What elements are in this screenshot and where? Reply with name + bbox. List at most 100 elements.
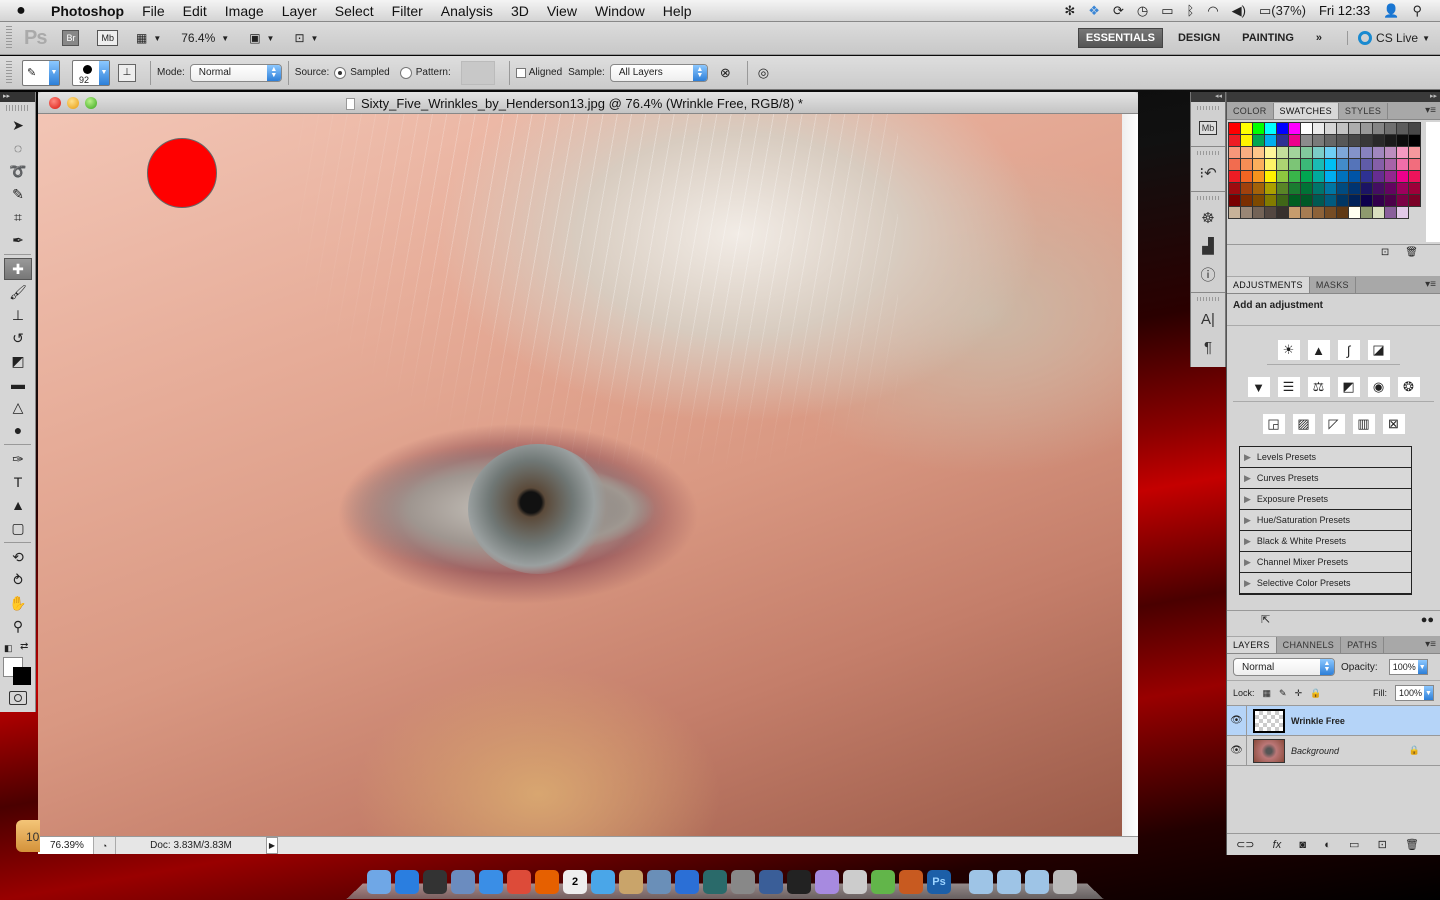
- tab-paths[interactable]: PATHS: [1341, 637, 1385, 653]
- collapse-toolbox-button[interactable]: ▸▸: [0, 92, 35, 102]
- apple-menu-icon[interactable]: ●: [0, 2, 42, 20]
- disclosure-triangle-icon[interactable]: ▶: [1244, 515, 1251, 526]
- volume-icon[interactable]: ◀): [1232, 3, 1246, 19]
- pattern-picker[interactable]: [460, 60, 495, 85]
- image-canvas[interactable]: [38, 114, 1122, 836]
- move-tool[interactable]: ➤: [4, 114, 32, 136]
- color-balance-icon[interactable]: ⚖: [1307, 377, 1330, 397]
- display-icon[interactable]: ▭: [1161, 3, 1173, 19]
- delete-layer-icon[interactable]: 🗑: [1405, 838, 1419, 851]
- curves-icon[interactable]: ∫: [1337, 340, 1360, 360]
- quick-mask-button[interactable]: [8, 691, 27, 705]
- marquee-tool[interactable]: ◌: [4, 137, 32, 159]
- new-group-icon[interactable]: ▭: [1349, 838, 1359, 851]
- screen-mode-dropdown[interactable]: ⊡ ▼: [294, 31, 318, 45]
- menu-view[interactable]: View: [538, 3, 586, 19]
- tab-layers[interactable]: LAYERS: [1227, 637, 1277, 653]
- dock-app-quicktime[interactable]: [759, 870, 783, 894]
- dock-app-time-machine[interactable]: [703, 870, 727, 894]
- time-machine-icon[interactable]: ◷: [1137, 3, 1148, 19]
- history-panel-button[interactable]: ⁝↶: [1191, 159, 1225, 187]
- lasso-tool[interactable]: ➰: [4, 160, 32, 182]
- visibility-eye-icon[interactable]: 👁: [1227, 736, 1247, 765]
- bluetooth-icon[interactable]: ᛒ: [1187, 3, 1195, 18]
- disclosure-triangle-icon[interactable]: ▶: [1244, 557, 1251, 568]
- dock-app-firefox[interactable]: [535, 870, 559, 894]
- tab-channels[interactable]: CHANNELS: [1277, 637, 1342, 653]
- dropbox-icon[interactable]: ❖: [1088, 3, 1100, 19]
- gradient-tool[interactable]: ▬: [4, 373, 32, 395]
- toolbox-grip[interactable]: [6, 105, 29, 111]
- tab-adjustments[interactable]: ADJUSTMENTS: [1227, 277, 1310, 293]
- spot-healing-brush-tool[interactable]: ✚: [4, 258, 32, 280]
- layer-visibility-toggle-icon[interactable]: ●●: [1421, 614, 1434, 626]
- workspace-design[interactable]: DESIGN: [1171, 29, 1227, 47]
- clone-source-panel-button[interactable]: ⊥: [118, 63, 136, 82]
- document-title-bar[interactable]: Sixty_Five_Wrinkles_by_Henderson13.jpg @…: [38, 92, 1138, 114]
- channel-mixer-icon[interactable]: ❂: [1397, 377, 1420, 397]
- selective-color-icon[interactable]: ⊠: [1382, 414, 1405, 434]
- photo-filter-icon[interactable]: ◉: [1367, 377, 1390, 397]
- tablet-pressure-icon[interactable]: ◎: [758, 65, 769, 81]
- new-adjustment-layer-icon[interactable]: ◐: [1324, 839, 1331, 851]
- add-layer-mask-icon[interactable]: ◙: [1299, 839, 1306, 851]
- lock-position-icon[interactable]: ✛: [1295, 688, 1303, 699]
- background-color[interactable]: [13, 667, 31, 685]
- menu-help[interactable]: Help: [654, 3, 701, 19]
- dock-app-photoshop[interactable]: Ps: [927, 870, 951, 894]
- tab-masks[interactable]: MASKS: [1310, 277, 1356, 293]
- black-white-icon[interactable]: ◩: [1337, 377, 1360, 397]
- layer-style-icon[interactable]: fx: [1273, 839, 1282, 851]
- character-panel-button[interactable]: A|: [1191, 305, 1225, 333]
- dock-app-applications[interactable]: [969, 870, 993, 894]
- disclosure-triangle-icon[interactable]: ▶: [1244, 536, 1251, 547]
- lock-transparent-icon[interactable]: ▦: [1263, 688, 1272, 699]
- path-selection-tool[interactable]: ▲: [4, 494, 32, 516]
- panel-menu-icon[interactable]: ▾≡: [1425, 639, 1436, 650]
- arrange-documents-dropdown[interactable]: ▣ ▼: [249, 31, 274, 45]
- dock-app-final-cut-pro[interactable]: [787, 870, 811, 894]
- blur-tool[interactable]: △: [4, 396, 32, 418]
- dock-app-safari[interactable]: [479, 870, 503, 894]
- invert-icon[interactable]: ◲: [1262, 414, 1285, 434]
- type-tool[interactable]: T: [4, 471, 32, 493]
- menu-app-name[interactable]: Photoshop: [42, 3, 133, 19]
- fill-field[interactable]: 100% ▼: [1394, 685, 1434, 701]
- paragraph-panel-button[interactable]: ¶: [1191, 333, 1225, 361]
- workspace-more-button[interactable]: »: [1309, 29, 1329, 47]
- disclosure-triangle-icon[interactable]: ▶: [1244, 452, 1251, 463]
- menu-window[interactable]: Window: [586, 3, 654, 19]
- preset-item[interactable]: ▶ Levels Presets: [1240, 447, 1411, 468]
- cs-live-button[interactable]: CS Live ▼: [1347, 31, 1430, 45]
- vibrance-icon[interactable]: ▼: [1247, 377, 1270, 397]
- new-layer-icon[interactable]: ⊡: [1378, 838, 1387, 851]
- 3d-rotate-tool[interactable]: ⟲: [4, 546, 32, 568]
- 3d-orbit-tool[interactable]: ⥁: [4, 569, 32, 591]
- crop-tool[interactable]: ⌗: [4, 206, 32, 228]
- disclosure-triangle-icon[interactable]: ▶: [1244, 473, 1251, 484]
- hand-tool[interactable]: ✋: [4, 592, 32, 614]
- workspace-painting[interactable]: PAINTING: [1235, 29, 1301, 47]
- shape-tool[interactable]: ▢: [4, 517, 32, 539]
- appbar-grip[interactable]: [6, 26, 12, 50]
- menu-layer[interactable]: Layer: [273, 3, 326, 19]
- panel-menu-icon[interactable]: ▾≡: [1425, 105, 1436, 116]
- default-colors-icon[interactable]: ◧: [4, 643, 13, 654]
- dock-app-documents[interactable]: [997, 870, 1021, 894]
- launch-minibridge-button[interactable]: Mb: [97, 30, 118, 46]
- swap-colors-icon[interactable]: ⇄: [20, 641, 28, 652]
- close-window-button[interactable]: [49, 96, 61, 109]
- dodge-tool[interactable]: ●: [4, 419, 32, 441]
- mini-bridge-panel-button[interactable]: Mb: [1191, 114, 1225, 142]
- lock-image-icon[interactable]: ✎: [1279, 688, 1287, 699]
- dock-app-preview[interactable]: [843, 870, 867, 894]
- menu-file[interactable]: File: [133, 3, 174, 19]
- dock-app-chrome[interactable]: [507, 870, 531, 894]
- dock-app-trash[interactable]: [1053, 870, 1077, 894]
- dock-app-system-preferences[interactable]: [731, 870, 755, 894]
- preset-item[interactable]: ▶ Hue/Saturation Presets: [1240, 510, 1411, 531]
- gradient-map-icon[interactable]: ▥: [1352, 414, 1375, 434]
- clock[interactable]: Fri 12:33: [1319, 3, 1370, 18]
- clone-stamp-tool[interactable]: ⊥: [4, 304, 32, 326]
- aligned-checkbox[interactable]: Aligned: [515, 67, 562, 78]
